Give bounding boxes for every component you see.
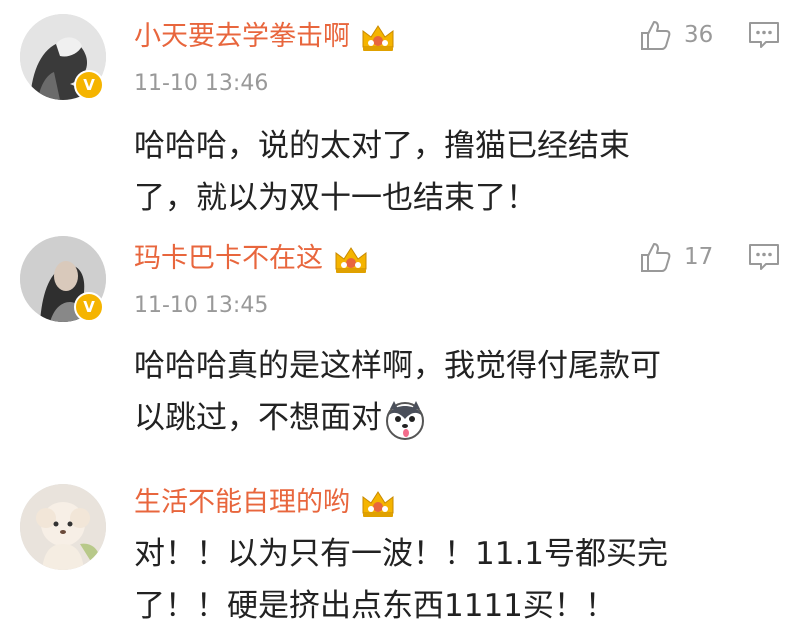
username[interactable]: 生活不能自理的哟 [134,486,396,520]
timestamp: 11-10 13:45 [134,293,269,318]
comment-text: 哈哈哈真的是这样啊，我觉得付尾款可 以跳过，不想面对 [134,340,734,444]
husky-face-emoji-icon [386,400,424,440]
like-button[interactable]: 17 [638,240,713,274]
comment-line: 以跳过，不想面对 [134,392,734,444]
comment-line: 对！！以为只有一波！！11.1号都买完 [134,536,669,572]
comment-item: 生活不能自理的哟 对！！以为只有一波！！11.1号都买完 了！！硬是挤出点东西1… [0,0,803,624]
avatar[interactable] [20,484,106,570]
username-text[interactable]: 生活不能自理的哟 [134,487,350,518]
comment-text: 对！！以为只有一波！！11.1号都买完 了！！硬是挤出点东西1111买！！ [134,528,734,632]
username[interactable]: 玛卡巴卡不在这 [134,242,369,276]
crown-member-icon [335,246,367,273]
like-count: 17 [684,244,714,270]
comment-line: 了！！硬是挤出点东西1111买！！ [134,588,616,624]
verified-v-badge-icon: V [74,292,104,322]
comment-bubble-icon[interactable] [748,242,780,272]
username-text[interactable]: 玛卡巴卡不在这 [134,243,323,274]
comment-line: 哈哈哈真的是这样啊，我觉得付尾款可 [134,348,661,384]
thumbs-up-icon[interactable] [638,240,672,274]
comment-line-text: 以跳过，不想面对 [134,400,382,436]
crown-member-icon [362,490,394,517]
